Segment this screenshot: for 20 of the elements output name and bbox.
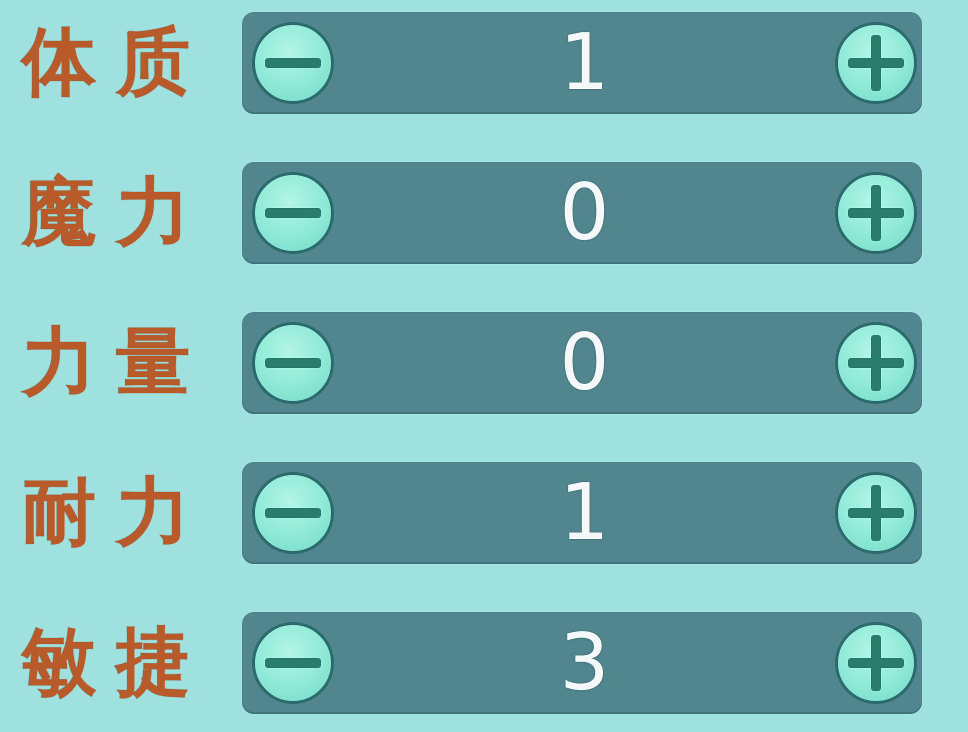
stat-label: 耐力 (22, 472, 210, 554)
plus-icon (848, 635, 904, 691)
minus-icon (265, 658, 321, 668)
stat-label: 敏捷 (22, 622, 210, 704)
stat-value: 0 (560, 174, 610, 252)
plus-icon (848, 35, 904, 91)
plus-icon (848, 335, 904, 391)
minus-icon (265, 58, 321, 68)
minus-icon (265, 508, 321, 518)
stat-label: 体质 (22, 22, 210, 104)
stat-value: 0 (560, 324, 610, 402)
stat-label: 力量 (22, 322, 210, 404)
plus-icon (848, 485, 904, 541)
minus-icon (265, 358, 321, 368)
stat-value: 3 (560, 624, 610, 702)
stat-value: 1 (560, 474, 610, 552)
plus-icon (848, 185, 904, 241)
stat-value: 1 (560, 24, 610, 102)
stat-label: 魔力 (22, 172, 210, 254)
minus-icon (265, 208, 321, 218)
